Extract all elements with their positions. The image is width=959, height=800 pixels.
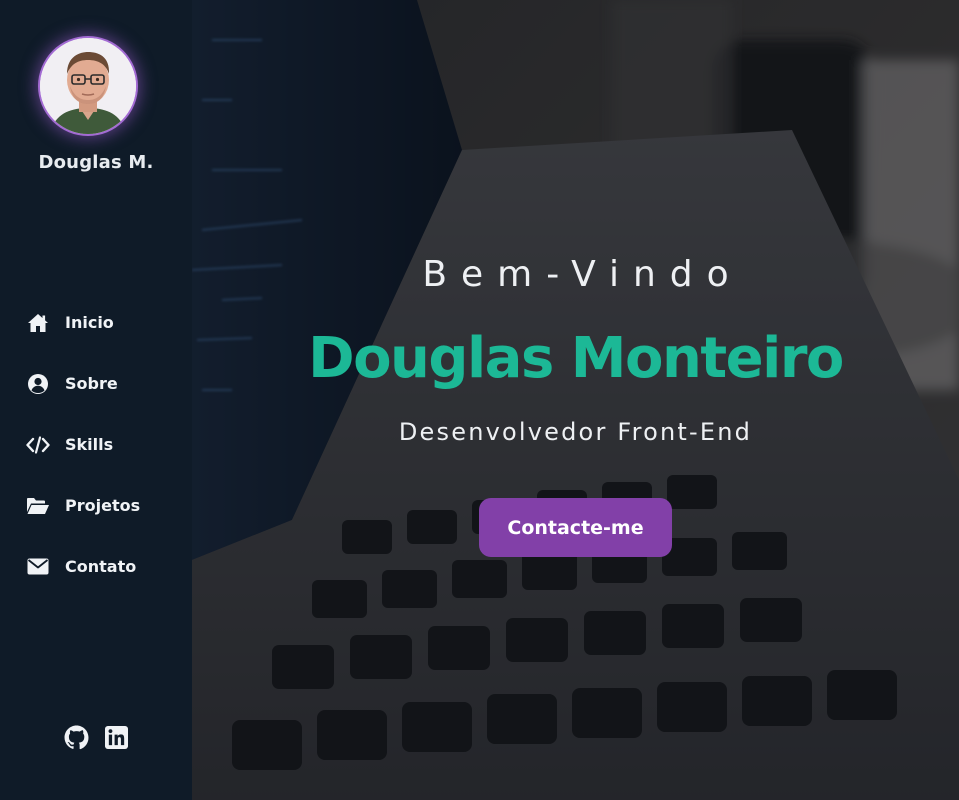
home-icon bbox=[26, 311, 50, 335]
avatar-portrait bbox=[40, 38, 136, 134]
hero-role-subtitle: Desenvolvedor Front-End bbox=[398, 418, 753, 446]
sidebar-item-label: Inicio bbox=[65, 313, 114, 332]
hero-content: Bem-Vindo Douglas Monteiro Desenvolvedor… bbox=[192, 0, 959, 800]
github-link[interactable] bbox=[63, 724, 89, 750]
app-root: Douglas M. Inicio Sobre Skills Projetos … bbox=[0, 0, 959, 800]
sidebar-item-inicio[interactable]: Inicio bbox=[0, 292, 192, 353]
sidebar-item-label: Contato bbox=[65, 557, 137, 576]
linkedin-icon bbox=[104, 725, 128, 749]
sidebar-item-contato[interactable]: Contato bbox=[0, 536, 192, 597]
folder-open-icon bbox=[26, 494, 50, 518]
sidebar-item-projetos[interactable]: Projetos bbox=[0, 475, 192, 536]
avatar bbox=[40, 38, 136, 134]
user-circle-icon bbox=[26, 372, 50, 396]
hero-name-title: Douglas Monteiro bbox=[308, 326, 844, 391]
envelope-icon bbox=[26, 555, 50, 579]
sidebar-item-label: Skills bbox=[65, 435, 114, 454]
sidebar-item-sobre[interactable]: Sobre bbox=[0, 353, 192, 414]
social-links bbox=[0, 724, 192, 750]
sidebar: Douglas M. Inicio Sobre Skills Projetos … bbox=[0, 0, 192, 800]
sidebar-item-label: Sobre bbox=[65, 374, 118, 393]
sidebar-item-label: Projetos bbox=[65, 496, 141, 515]
profile-name: Douglas M. bbox=[38, 152, 154, 173]
code-icon bbox=[26, 433, 50, 457]
hero-section: Bem-Vindo Douglas Monteiro Desenvolvedor… bbox=[192, 0, 959, 800]
sidebar-nav: Inicio Sobre Skills Projetos Contato bbox=[0, 292, 192, 597]
github-icon bbox=[64, 725, 88, 749]
sidebar-item-skills[interactable]: Skills bbox=[0, 414, 192, 475]
welcome-heading: Bem-Vindo bbox=[422, 254, 743, 295]
linkedin-link[interactable] bbox=[103, 724, 129, 750]
contact-me-button[interactable]: Contacte-me bbox=[479, 498, 672, 557]
